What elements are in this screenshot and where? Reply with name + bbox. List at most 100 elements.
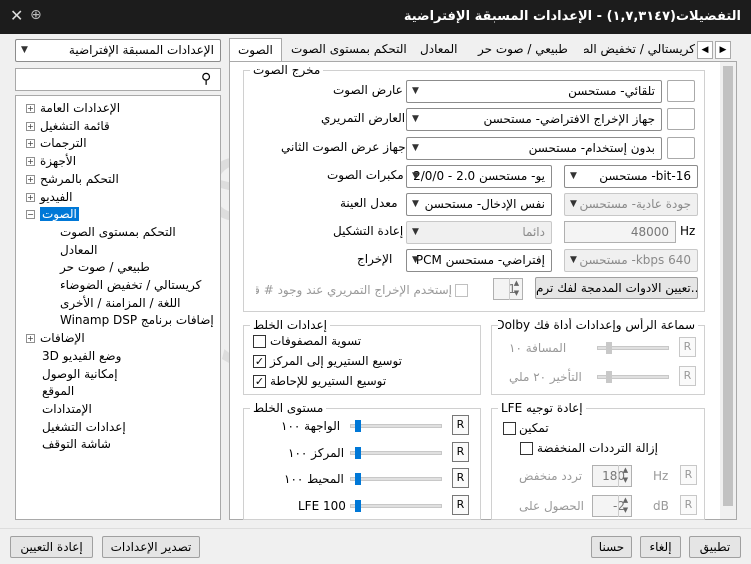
normalize-checkbox[interactable] <box>253 335 266 348</box>
tree-item[interactable]: − الصوت <box>16 206 220 223</box>
tree-item[interactable]: + الفيديو <box>16 189 220 206</box>
front-reset-button[interactable]: R <box>452 415 469 435</box>
secondary-config-button[interactable] <box>667 137 695 159</box>
tree-item-label: اللغة / المزامنة / الأخرى <box>60 295 181 310</box>
collapse-icon[interactable]: − <box>26 210 35 220</box>
pin-icon[interactable]: ⊕ <box>30 7 42 23</box>
preset-dropdown[interactable]: الإعدادات المسبقة الإفتراضية ▼ <box>15 39 221 62</box>
distance-label: المسافة ١٠ <box>509 341 567 355</box>
tree-item[interactable]: + الأجهزة <box>16 153 220 170</box>
bitdepth-dropdown[interactable]: 16-bit- مستحسن ▼ <box>564 165 698 188</box>
tree-item[interactable]: + الإضافات <box>16 330 220 347</box>
surround-level-thumb[interactable] <box>355 473 361 485</box>
tree-item[interactable]: + الإعدادات العامة <box>16 100 220 117</box>
ok-button[interactable]: حسنا <box>591 536 632 558</box>
apply-button[interactable]: تطبيق <box>689 536 741 558</box>
freq-spinner[interactable]: ▲ ▼ <box>618 465 632 487</box>
tree-item[interactable]: شاشة التوقف <box>16 436 220 453</box>
tree-item[interactable]: كريستالي / تخفيض الضوضاء <box>16 277 220 294</box>
lfe-enable-checkbox[interactable] <box>503 422 516 435</box>
expand-icon[interactable]: + <box>26 121 35 131</box>
tree-item[interactable]: إعدادات التشغيل <box>16 419 220 436</box>
chevron-left-icon[interactable]: ◀ <box>697 41 713 59</box>
surround-reset-button[interactable]: R <box>452 468 469 488</box>
chevron-right-icon[interactable]: ▶ <box>715 41 731 59</box>
tree-item[interactable]: + التحكم بالمرشح <box>16 171 220 188</box>
renderer-dropdown[interactable]: تلقائي- مستحسن ▼ <box>406 80 662 103</box>
tree-item-label: الموقع <box>42 384 75 399</box>
panel-scrollbar[interactable] <box>720 62 736 519</box>
tab-scroll[interactable]: ◀ ▶ <box>695 41 735 59</box>
delay-thumb[interactable] <box>606 371 612 383</box>
distance-thumb[interactable] <box>606 342 612 354</box>
tree-item[interactable]: اللغة / المزامنة / الأخرى <box>16 295 220 312</box>
secondary-label: جهاز عرض الصوت الثاني <box>281 140 406 154</box>
window-title: التفضيلات(١,٧,٣١٤٧) - الإعدادات المسبقة … <box>403 9 741 24</box>
bitstream-count-spinner[interactable]: ▲ ▼ <box>509 278 523 300</box>
resample-dropdown[interactable]: دائما ▼ <box>406 221 552 244</box>
tree-item[interactable]: إضافات برنامج Winamp DSP <box>16 312 220 329</box>
samplerate-label: معدل العينة <box>340 196 398 210</box>
hz-input[interactable]: 48000 <box>564 221 676 243</box>
bitrate-dropdown[interactable]: 640 kbps- مستحسن ▼ <box>564 249 698 272</box>
tree-item[interactable]: + قائمة التشغيل <box>16 118 220 135</box>
surround-level-slider[interactable] <box>350 473 442 485</box>
tree-item[interactable]: المعادل <box>16 242 220 259</box>
delay-reset-button[interactable]: R <box>679 366 696 386</box>
expand-icon[interactable]: + <box>26 157 35 167</box>
tree-item[interactable]: الإمتدادات <box>16 401 220 418</box>
scrollbar-thumb[interactable] <box>723 66 733 506</box>
samplerate-dropdown[interactable]: نفس الإدخال- مستحسن ▼ <box>406 193 552 216</box>
search-icon[interactable]: ⚲ <box>201 71 211 87</box>
renderer-config-button[interactable] <box>667 80 695 102</box>
export-button[interactable]: تصدير الإعدادات <box>102 536 200 558</box>
preview-dropdown[interactable]: جهاز الإخراج الافتراضي- مستحسن ▼ <box>406 108 662 131</box>
expand-icon[interactable]: + <box>26 139 35 149</box>
search-input[interactable]: ⚲ <box>15 68 221 91</box>
tab-equalizer[interactable]: المعادل <box>420 42 457 56</box>
surround-checkbox[interactable]: ✓ <box>253 375 266 388</box>
resample-label: إعادة التشكيل <box>333 224 404 238</box>
tree-item[interactable]: إمكانية الوصول <box>16 366 220 383</box>
center-checkbox[interactable]: ✓ <box>253 355 266 368</box>
gain-reset-button[interactable]: R <box>680 495 697 515</box>
quality-dropdown[interactable]: جودة عادية- مستحسن ▼ <box>564 193 698 216</box>
tree-item[interactable]: الموقع <box>16 383 220 400</box>
front-level-thumb[interactable] <box>355 420 361 432</box>
front-level-slider[interactable] <box>350 420 442 432</box>
lfe-level-slider[interactable] <box>350 500 442 512</box>
codec-button[interactable]: تعيين الادوات المدمجة لفك ترم... <box>535 277 698 299</box>
expand-icon[interactable]: + <box>26 192 35 202</box>
tree-item[interactable]: طبيعي / صوت حر <box>16 259 220 276</box>
center-level-slider[interactable] <box>350 447 442 459</box>
tree-item[interactable]: + الترجمات <box>16 135 220 152</box>
tab-audio[interactable]: الصوت <box>229 38 282 63</box>
secondary-dropdown[interactable]: بدون إستخدام- مستحسن ▼ <box>406 137 662 160</box>
tree-item[interactable]: التحكم بمستوى الصوت <box>16 224 220 241</box>
expand-icon[interactable]: + <box>26 104 35 113</box>
lowpass-checkbox[interactable] <box>520 442 533 455</box>
lfe-level-thumb[interactable] <box>355 500 361 512</box>
gain-spinner[interactable]: ▲ ▼ <box>618 495 632 517</box>
bitstream-checkbox[interactable] <box>455 284 468 297</box>
tab-volume[interactable]: التحكم بمستوى الصوت <box>291 42 407 56</box>
center-reset-button[interactable]: R <box>452 442 469 462</box>
cancel-button[interactable]: إلغاء <box>640 536 681 558</box>
tree-item[interactable]: وضع الفيديو 3D <box>16 348 220 365</box>
tab-crystal[interactable]: كريستالي / تخفيض الضوضاء <box>584 42 695 56</box>
center-level-thumb[interactable] <box>355 447 361 459</box>
output-dropdown[interactable]: إفتراضي- مستحسن PCM ▼ <box>406 249 552 272</box>
preview-config-button[interactable] <box>667 108 695 130</box>
reset-button[interactable]: إعادة التعيين <box>10 536 93 558</box>
close-icon[interactable]: ✕ <box>10 6 23 25</box>
expand-icon[interactable]: + <box>26 334 35 344</box>
expand-icon[interactable]: + <box>26 174 35 184</box>
delay-slider[interactable] <box>597 371 669 383</box>
lfe-reset-button[interactable]: R <box>452 495 469 515</box>
distance-reset-button[interactable]: R <box>679 337 696 357</box>
distance-slider[interactable] <box>597 342 669 354</box>
freq-reset-button[interactable]: R <box>680 465 697 485</box>
bitrate-value: 640 kbps- مستحسن <box>579 253 691 267</box>
speakers-dropdown[interactable]: يو- مستحسن 2.0 - 2/0/0 ▼ <box>406 165 552 188</box>
tab-natural[interactable]: طبيعي / صوت حر <box>478 42 568 56</box>
